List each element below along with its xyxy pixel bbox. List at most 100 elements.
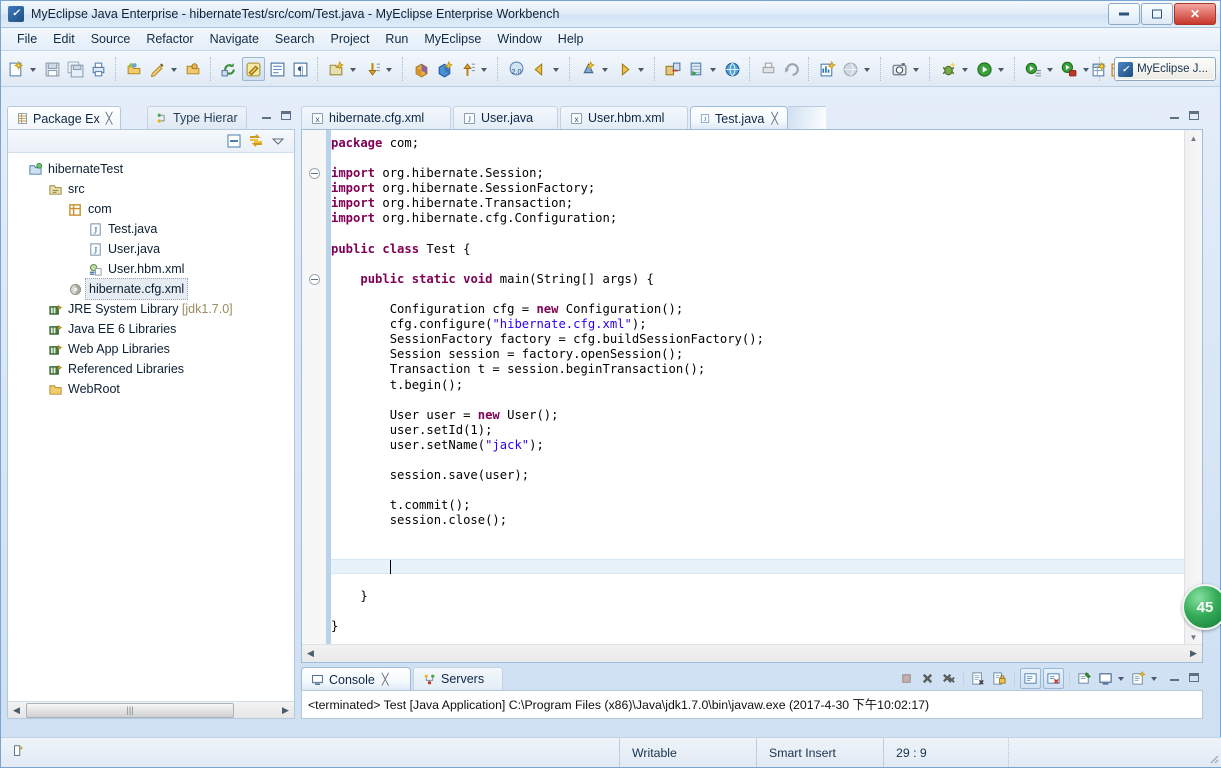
- console-open-console-button[interactable]: [1129, 669, 1148, 688]
- tree-item-user-hbm-xml[interactable]: User.hbm.xml: [8, 259, 294, 279]
- menu-refactor[interactable]: Refactor: [138, 30, 201, 48]
- toolbar-show-whitespace-button[interactable]: [267, 58, 288, 80]
- scroll-left-icon[interactable]: ◀: [302, 646, 319, 661]
- tree-item-user-java[interactable]: J User.java: [8, 239, 294, 259]
- code-editor[interactable]: package com; import org.hibernate.Sessio…: [301, 129, 1203, 663]
- menu-search[interactable]: Search: [267, 30, 323, 48]
- editor-tab-user-hbm-xml[interactable]: x User.hbm.xml: [560, 106, 688, 130]
- toolbar-print-preview-button[interactable]: [758, 58, 779, 80]
- menu-window[interactable]: Window: [489, 30, 549, 48]
- chevron-down-icon[interactable]: [1150, 669, 1160, 688]
- minimize-view-icon[interactable]: [260, 109, 274, 123]
- tree-item-webroot[interactable]: WebRoot: [8, 379, 294, 399]
- tree-item-src[interactable]: src: [8, 179, 294, 199]
- maximize-view-icon[interactable]: [1187, 109, 1201, 123]
- open-perspective-icon[interactable]: [1088, 58, 1110, 80]
- menu-help[interactable]: Help: [550, 30, 592, 48]
- toolbar-new-report-button[interactable]: [817, 58, 838, 80]
- tab-type-hierarchy[interactable]: Type Hierar: [147, 106, 247, 130]
- resize-grip-icon[interactable]: [1205, 750, 1219, 764]
- toolbar-globe-button[interactable]: [722, 58, 743, 80]
- chevron-down-icon[interactable]: [551, 58, 562, 80]
- toolbar-run-server-button[interactable]: [686, 58, 707, 80]
- chevron-down-icon[interactable]: [600, 58, 611, 80]
- chevron-down-icon[interactable]: [636, 58, 647, 80]
- toolbar-save-all-button[interactable]: [65, 58, 86, 80]
- chevron-down-icon[interactable]: [348, 58, 359, 80]
- close-icon[interactable]: ╳: [771, 112, 778, 125]
- menu-navigate[interactable]: Navigate: [202, 30, 267, 48]
- editor-tab-hibernate-cfg-xml[interactable]: x hibernate.cfg.xml: [301, 106, 451, 130]
- source-code[interactable]: package com; import org.hibernate.Sessio…: [331, 130, 1185, 645]
- toolbar-open-type-button[interactable]: [124, 58, 145, 80]
- menu-edit[interactable]: Edit: [45, 30, 83, 48]
- console-scroll-lock-button[interactable]: [990, 669, 1009, 688]
- console-display-selected-console-button[interactable]: [1096, 669, 1115, 688]
- menu-myeclipse[interactable]: MyEclipse: [416, 30, 489, 48]
- menu-project[interactable]: Project: [323, 30, 378, 48]
- close-button[interactable]: ✕: [1174, 3, 1216, 25]
- tab-package-explorer[interactable]: Package Ex ╳: [7, 106, 122, 130]
- chevron-down-icon[interactable]: [479, 58, 490, 80]
- menu-file[interactable]: File: [9, 30, 45, 48]
- chevron-down-icon[interactable]: [862, 58, 873, 80]
- chevron-down-icon[interactable]: [996, 58, 1007, 80]
- maximize-view-icon[interactable]: [279, 109, 293, 123]
- fold-collapse-icon[interactable]: [309, 168, 320, 180]
- tree-item-referenced-libraries[interactable]: Referenced Libraries: [8, 359, 294, 379]
- package-explorer-hscrollbar[interactable]: ◀ ||| ▶: [8, 701, 294, 718]
- toolbar-prev-annotation-button[interactable]: [457, 58, 478, 80]
- chevron-down-icon[interactable]: [960, 58, 971, 80]
- collapse-all-icon[interactable]: [226, 133, 242, 149]
- toolbar-refresh-button[interactable]: [219, 58, 240, 80]
- scroll-left-icon[interactable]: ◀: [8, 703, 25, 718]
- maximize-view-icon[interactable]: [1187, 671, 1201, 685]
- tree-item-web-app-libraries[interactable]: Web App Libraries: [8, 339, 294, 359]
- toolbar-snapshot-button[interactable]: [889, 58, 910, 80]
- toolbar-pilcrow-button[interactable]: ¶: [290, 58, 311, 80]
- console-body[interactable]: <terminated> Test [Java Application] C:\…: [301, 690, 1203, 719]
- tab-servers[interactable]: Servers: [413, 667, 503, 691]
- scroll-right-icon[interactable]: ▶: [1185, 646, 1202, 661]
- toolbar-run-config-button[interactable]: [1023, 58, 1044, 80]
- fold-collapse-icon[interactable]: [309, 273, 320, 285]
- console-remove-all-terminated-button[interactable]: [939, 669, 958, 688]
- view-menu-icon[interactable]: [270, 133, 286, 149]
- toolbar-run-coverage-button[interactable]: [1059, 58, 1080, 80]
- scroll-right-icon[interactable]: ▶: [277, 703, 294, 718]
- close-icon[interactable]: ╳: [382, 673, 389, 686]
- toolbar-debug-button[interactable]: [938, 58, 959, 80]
- toolbar-new-class-button[interactable]: [411, 58, 432, 80]
- tree-item-com[interactable]: com: [8, 199, 294, 219]
- toolbar-save-button[interactable]: [42, 58, 63, 80]
- toolbar-deploy-button[interactable]: [663, 58, 684, 80]
- perspective-button-myeclipse[interactable]: ✓ MyEclipse J...: [1114, 57, 1216, 81]
- link-with-editor-icon[interactable]: [248, 133, 264, 149]
- console-pin-console-button[interactable]: [1075, 669, 1094, 688]
- toolbar-forward-button[interactable]: [614, 58, 635, 80]
- editor-tab-user-java[interactable]: J User.java: [453, 106, 558, 130]
- folding-gutter[interactable]: [302, 130, 327, 662]
- chevron-down-icon[interactable]: [169, 58, 180, 80]
- toolbar-web-browser-button[interactable]: [840, 58, 861, 80]
- editor-vscrollbar[interactable]: ▲ ▼: [1184, 130, 1202, 645]
- tree-item-hibernate-cfg-xml[interactable]: hibernate.cfg.xml: [8, 278, 294, 300]
- menu-source[interactable]: Source: [83, 30, 139, 48]
- console-show-console-when-stdout-button[interactable]: [1020, 667, 1041, 689]
- toolbar-db-browser-button[interactable]: [578, 58, 599, 80]
- minimize-view-icon[interactable]: [1168, 109, 1182, 123]
- minimize-button[interactable]: [1108, 3, 1140, 25]
- maximize-button[interactable]: [1141, 3, 1173, 25]
- chevron-down-icon[interactable]: [911, 58, 922, 80]
- toolbar-new-java-package-button[interactable]: [326, 58, 347, 80]
- toolbar-new-interface-button[interactable]: [434, 58, 455, 80]
- chevron-down-icon[interactable]: [28, 58, 39, 80]
- toolbar-new-wizard-button[interactable]: [6, 58, 27, 80]
- editor-hscrollbar[interactable]: ◀ ▶: [302, 644, 1202, 662]
- toolbar-quick-fix-button[interactable]: [147, 58, 168, 80]
- tab-console[interactable]: Console ╳: [301, 667, 411, 691]
- close-icon[interactable]: ╳: [106, 112, 113, 125]
- tree-item-hibernatetest[interactable]: hibernateTest: [8, 159, 294, 179]
- scroll-up-icon[interactable]: ▲: [1185, 130, 1202, 146]
- tree-item-java-ee-6-libraries[interactable]: Java EE 6 Libraries: [8, 319, 294, 339]
